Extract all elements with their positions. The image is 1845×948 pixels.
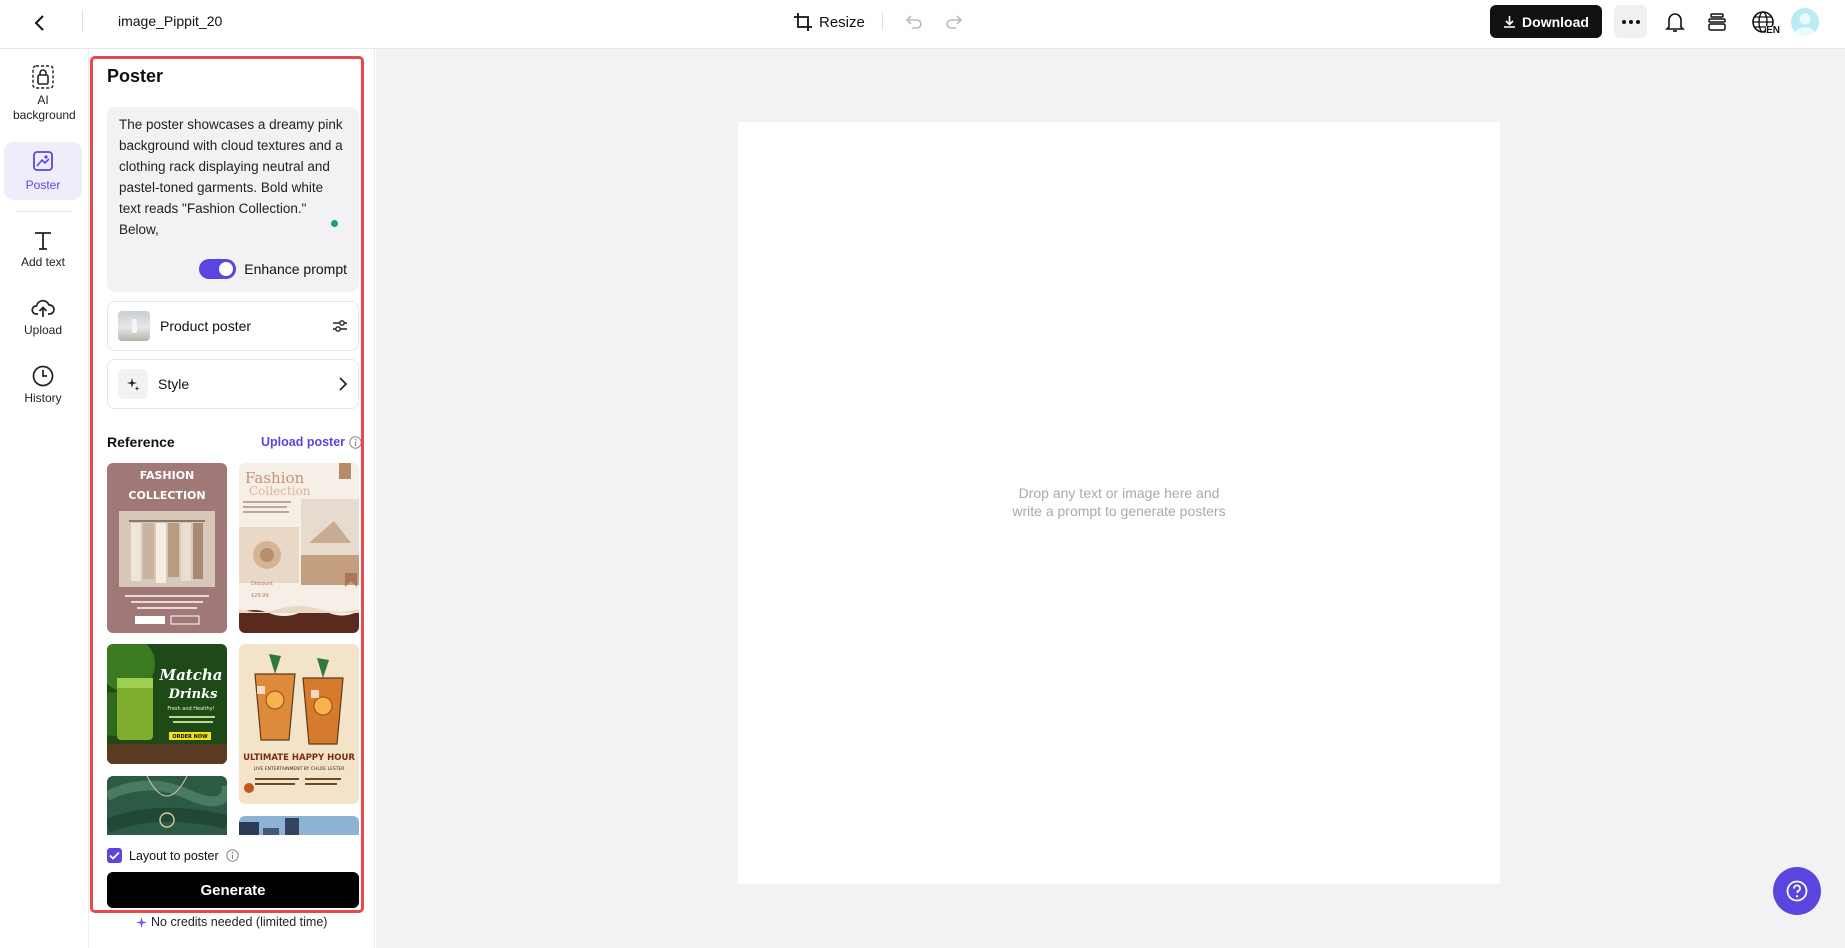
product-poster-label: Product poster: [160, 318, 252, 334]
layout-to-poster-label: Layout to poster: [129, 848, 219, 863]
svg-text:$29.99: $29.99: [251, 593, 269, 599]
reference-poster-city[interactable]: [239, 816, 359, 835]
prompt-input[interactable]: The poster showcases a dreamy pink backg…: [107, 107, 359, 292]
workspace-button[interactable]: [1704, 9, 1730, 35]
clock-icon: [32, 365, 54, 387]
download-icon: [1503, 15, 1516, 28]
undo-icon: [905, 14, 923, 30]
nav-item-upload[interactable]: Upload: [4, 297, 82, 347]
info-icon[interactable]: [349, 435, 362, 449]
svg-text:Drinks: Drinks: [168, 687, 219, 702]
download-label: Download: [1522, 13, 1589, 30]
resize-icon: [793, 12, 813, 32]
avatar[interactable]: [1791, 8, 1819, 36]
chevron-right-icon: [338, 377, 348, 391]
nav-item-add-text[interactable]: Add text: [4, 229, 82, 279]
resize-label: Resize: [819, 13, 865, 31]
undo-button[interactable]: [902, 10, 926, 34]
reference-poster-jewelry[interactable]: [107, 776, 227, 835]
upload-poster-label: Upload poster: [261, 435, 346, 449]
bell-icon: [1665, 11, 1685, 33]
chevron-left-icon: [32, 14, 46, 32]
sliders-icon[interactable]: [332, 318, 348, 334]
back-button[interactable]: [26, 10, 52, 36]
reference-gallery: FASHION COLLECTION Fashion Collection Di…: [107, 463, 359, 835]
enhance-prompt-toggle[interactable]: [199, 259, 237, 279]
help-icon: [1786, 880, 1808, 902]
credits-note: No credits needed (limited time): [136, 915, 327, 929]
cloud-upload-icon: [31, 297, 55, 319]
cursor-marker: [331, 220, 338, 227]
nav-label: Upload: [23, 323, 63, 337]
top-bar: image_Pippit_20 Resize Download EN: [0, 0, 1845, 49]
svg-text:Discount: Discount: [251, 581, 273, 587]
nav-label: AI background: [13, 93, 76, 122]
left-nav: AI background Poster Add text Upload His…: [0, 49, 89, 948]
poster-canvas[interactable]: Drop any text or image here and write a …: [738, 122, 1500, 884]
download-button[interactable]: Download: [1490, 5, 1602, 38]
divider: [16, 211, 72, 212]
style-selector[interactable]: Style: [107, 359, 359, 409]
product-poster-selector[interactable]: Product poster: [107, 301, 359, 351]
file-name[interactable]: image_Pippit_20: [118, 13, 222, 29]
nav-label: Poster: [25, 178, 61, 192]
ref-title-line2: COLLECTION: [128, 489, 205, 502]
notifications-button[interactable]: [1662, 9, 1688, 35]
panel-title: Poster: [107, 66, 164, 86]
upload-poster-link[interactable]: Upload poster: [261, 435, 362, 449]
reference-poster-fashion[interactable]: FASHION COLLECTION: [107, 463, 227, 633]
ref-title-line1: FASHION: [140, 469, 195, 482]
info-icon[interactable]: [225, 849, 239, 862]
more-button[interactable]: [1614, 5, 1647, 38]
nav-label: History: [24, 391, 62, 405]
style-label: Style: [158, 376, 190, 392]
enhance-prompt-label: Enhance prompt: [244, 261, 347, 277]
svg-text:LIVE ENTERTAINMENT BY CHLOE LE: LIVE ENTERTAINMENT BY CHLOE LESTER: [254, 766, 345, 772]
prompt-text[interactable]: The poster showcases a dreamy pink backg…: [119, 114, 347, 240]
reference-poster-fashion-collage[interactable]: Fashion Collection Discount $29.99: [239, 463, 359, 633]
language-button[interactable]: EN: [1748, 8, 1780, 36]
divider: [882, 12, 883, 30]
layers-icon: [1707, 13, 1727, 31]
text-icon: [32, 229, 54, 251]
help-button[interactable]: [1773, 867, 1821, 915]
nav-item-ai-background[interactable]: AI background: [4, 65, 82, 127]
reference-label: Reference: [107, 434, 175, 450]
divider: [82, 10, 83, 32]
svg-text:ULTIMATE HAPPY HOUR: ULTIMATE HAPPY HOUR: [243, 753, 355, 763]
sparkle-icon: [118, 369, 148, 399]
svg-text:Matcha: Matcha: [158, 666, 222, 684]
poster-icon: [32, 150, 54, 172]
svg-text:Collection: Collection: [249, 484, 311, 498]
canvas-hint: Drop any text or image here and write a …: [1012, 485, 1226, 519]
more-dots-icon: [1621, 19, 1640, 24]
generate-button[interactable]: Generate: [107, 872, 359, 908]
reference-poster-happy-hour[interactable]: ULTIMATE HAPPY HOUR LIVE ENTERTAINMENT B…: [239, 644, 359, 804]
redo-button[interactable]: [942, 10, 966, 34]
product-thumbnail: [118, 311, 150, 341]
nav-item-poster[interactable]: Poster: [4, 142, 82, 200]
credits-label: No credits needed (limited time): [151, 915, 328, 929]
reference-poster-matcha[interactable]: Matcha Drinks Fresh and Healthy! ORDER N…: [107, 644, 227, 764]
sparkle-icon: [136, 916, 147, 928]
ai-background-icon: [32, 65, 54, 89]
svg-text:Fresh and Healthy!: Fresh and Healthy!: [167, 706, 214, 712]
nav-item-history[interactable]: History: [4, 365, 82, 415]
nav-label: Add text: [20, 255, 66, 269]
language-badge: EN: [1766, 25, 1780, 36]
svg-text:ORDER NOW: ORDER NOW: [172, 734, 208, 740]
redo-icon: [945, 14, 963, 30]
resize-button[interactable]: Resize: [793, 10, 865, 34]
layout-to-poster-row: Layout to poster: [107, 848, 239, 863]
layout-to-poster-checkbox[interactable]: [107, 848, 122, 863]
enhance-prompt-row: Enhance prompt: [199, 259, 347, 279]
